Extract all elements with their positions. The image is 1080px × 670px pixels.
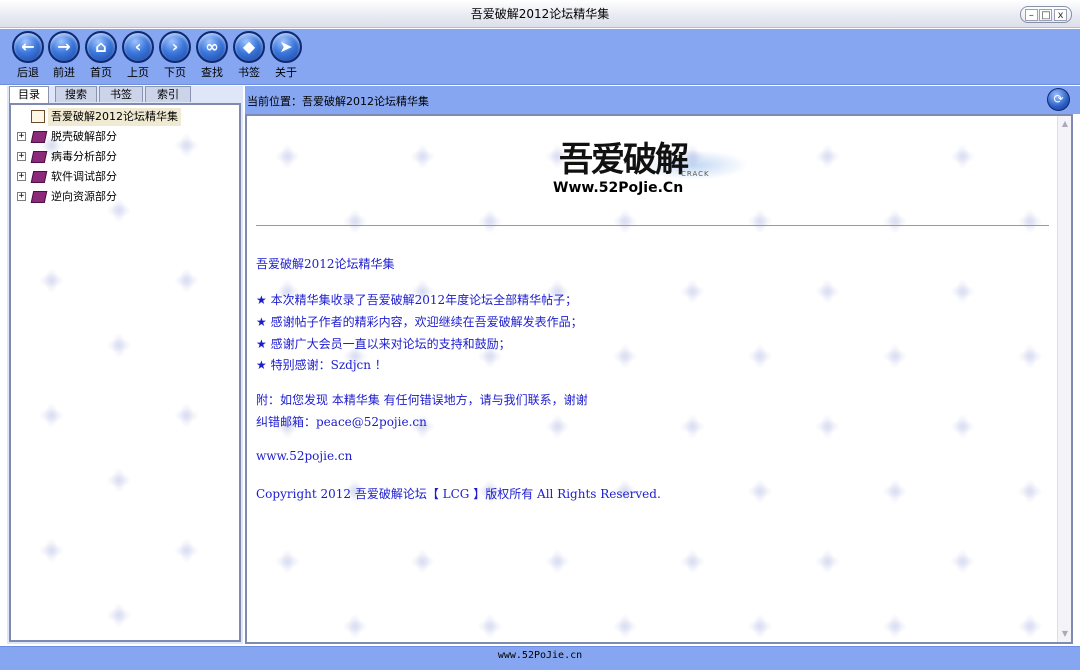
binoculars-icon: ∞ — [196, 31, 228, 63]
tab-bookmarks[interactable]: 书签 — [99, 86, 143, 102]
home-icon: ⌂ — [85, 31, 117, 63]
bookmark-button[interactable]: ◆ 书签 — [231, 31, 267, 83]
expand-icon[interactable]: + — [17, 192, 26, 201]
window-controls: – □ x — [1020, 6, 1072, 23]
cursor-pointer-icon: ➤ — [270, 31, 302, 63]
tree-item-label: 吾爱破解2012论坛精华集 — [48, 108, 181, 126]
list-item-text: 感谢帖子作者的精彩内容，欢迎继续在吾爱破解发表作品； — [270, 315, 583, 329]
expand-icon[interactable]: + — [17, 172, 26, 181]
title-bar: 吾爱破解2012论坛精华集 – □ x — [0, 0, 1080, 28]
logo-chinese-text: 吾爱破解 — [559, 140, 689, 180]
scroll-down-icon[interactable]: ▼ — [1059, 628, 1071, 640]
tab-contents[interactable]: 目录 — [9, 86, 49, 103]
find-button[interactable]: ∞ 查找 — [194, 31, 230, 83]
open-book-icon — [31, 110, 45, 123]
book-icon — [30, 131, 48, 143]
flower-background — [11, 105, 239, 640]
tab-index[interactable]: 索引 — [145, 86, 191, 102]
star-icon: ★ — [256, 293, 267, 307]
list-item: ★ 本次精华集收录了吾爱破解2012年度论坛全部精华帖子； — [256, 291, 577, 308]
status-text: www.52PoJie.cn — [497, 650, 583, 661]
about-label: 关于 — [275, 66, 297, 79]
divider — [256, 225, 1049, 226]
list-item-text: 特别感谢：Szdjcn ！ — [270, 358, 387, 372]
location-bar: 当前位置：吾爱破解2012论坛精华集 ⟳ — [245, 86, 1080, 114]
star-icon: ★ — [256, 337, 267, 351]
book-icon — [30, 191, 48, 203]
bookmark-tag-icon: ◆ — [233, 31, 265, 63]
vertical-scrollbar[interactable]: ▲ ▼ — [1057, 116, 1071, 642]
logo-crack-text: CRACK — [681, 170, 710, 178]
list-item-text: 感谢广大会员一直以来对论坛的支持和鼓励； — [270, 337, 511, 351]
tree-item-label: 病毒分析部分 — [51, 150, 117, 163]
next-page-icon: › — [159, 31, 191, 63]
forward-button[interactable]: → 前进 — [46, 31, 82, 83]
logo-url-text: Www.52PoJie.Cn — [553, 180, 684, 196]
contents-tree: 吾爱破解2012论坛精华集 + 脱壳破解部分 + 病毒分析部分 + 软件调试部分… — [9, 103, 241, 642]
scroll-up-icon[interactable]: ▲ — [1059, 118, 1071, 130]
home-label: 首页 — [90, 66, 112, 79]
tree-item-label: 逆向资源部分 — [51, 190, 117, 203]
previous-page-icon: ‹ — [122, 31, 154, 63]
expand-icon[interactable]: + — [17, 132, 26, 141]
previous-page-button[interactable]: ‹ 上页 — [120, 31, 156, 83]
feedback-email[interactable]: 纠错邮箱：peace@52pojie.cn — [256, 413, 427, 430]
star-icon: ★ — [256, 315, 267, 329]
tree-item-label: 脱壳破解部分 — [51, 130, 117, 143]
feedback-note: 附：如您发现 本精华集 有任何错误地方，请与我们联系，谢谢 — [256, 393, 588, 407]
close-button[interactable]: x — [1054, 8, 1068, 21]
expand-icon[interactable]: + — [17, 152, 26, 161]
back-label: 后退 — [17, 66, 39, 79]
find-label: 查找 — [201, 66, 223, 79]
sidebar: 目录 搜索 书签 索引 吾爱破解2012论坛精华集 + 脱壳破解部分 + 病毒分… — [7, 86, 243, 644]
book-icon — [30, 171, 48, 183]
current-location: 当前位置：吾爱破解2012论坛精华集 — [247, 95, 429, 108]
list-item: ★ 感谢广大会员一直以来对论坛的支持和鼓励； — [256, 335, 511, 352]
sync-icon[interactable]: ⟳ — [1047, 88, 1070, 111]
page-heading: 吾爱破解2012论坛精华集 — [256, 257, 395, 271]
list-item: ★ 感谢帖子作者的精彩内容，欢迎继续在吾爱破解发表作品； — [256, 313, 583, 330]
forward-arrow-icon: → — [48, 31, 80, 63]
next-page-button[interactable]: › 下页 — [157, 31, 193, 83]
list-item-text: 本次精华集收录了吾爱破解2012年度论坛全部精华帖子； — [270, 293, 578, 307]
book-icon — [30, 151, 48, 163]
star-icon: ★ — [256, 358, 267, 372]
site-logo: 吾爱破解 CRACK Www.52PoJie.Cn — [549, 130, 759, 200]
content-pane: 吾爱破解 CRACK Www.52PoJie.Cn 吾爱破解2012论坛精华集 … — [245, 114, 1073, 644]
minimize-button[interactable]: – — [1024, 8, 1038, 21]
home-button[interactable]: ⌂ 首页 — [83, 31, 119, 83]
bookmark-label: 书签 — [238, 66, 260, 79]
tree-item-label: 软件调试部分 — [51, 170, 117, 183]
copyright-text: Copyright 2012 吾爱破解论坛【 LCG 】版权所有 All Rig… — [256, 487, 661, 501]
toolbar: ← 后退 → 前进 ⌂ 首页 ‹ 上页 › 下页 ∞ 查找 ◆ 书签 ➤ 关于 — [0, 29, 1080, 85]
back-arrow-icon: ← — [12, 31, 44, 63]
status-bar: www.52PoJie.cn — [0, 646, 1080, 670]
website-link[interactable]: www.52pojie.cn — [256, 449, 352, 463]
previous-page-label: 上页 — [127, 66, 149, 79]
list-item: ★ 特别感谢：Szdjcn ！ — [256, 356, 387, 373]
about-button[interactable]: ➤ 关于 — [268, 31, 304, 83]
forward-label: 前进 — [53, 66, 75, 79]
maximize-button[interactable]: □ — [1039, 8, 1053, 21]
next-page-label: 下页 — [164, 66, 186, 79]
back-button[interactable]: ← 后退 — [10, 31, 46, 83]
tab-search[interactable]: 搜索 — [55, 86, 97, 102]
window-title: 吾爱破解2012论坛精华集 — [470, 7, 610, 21]
